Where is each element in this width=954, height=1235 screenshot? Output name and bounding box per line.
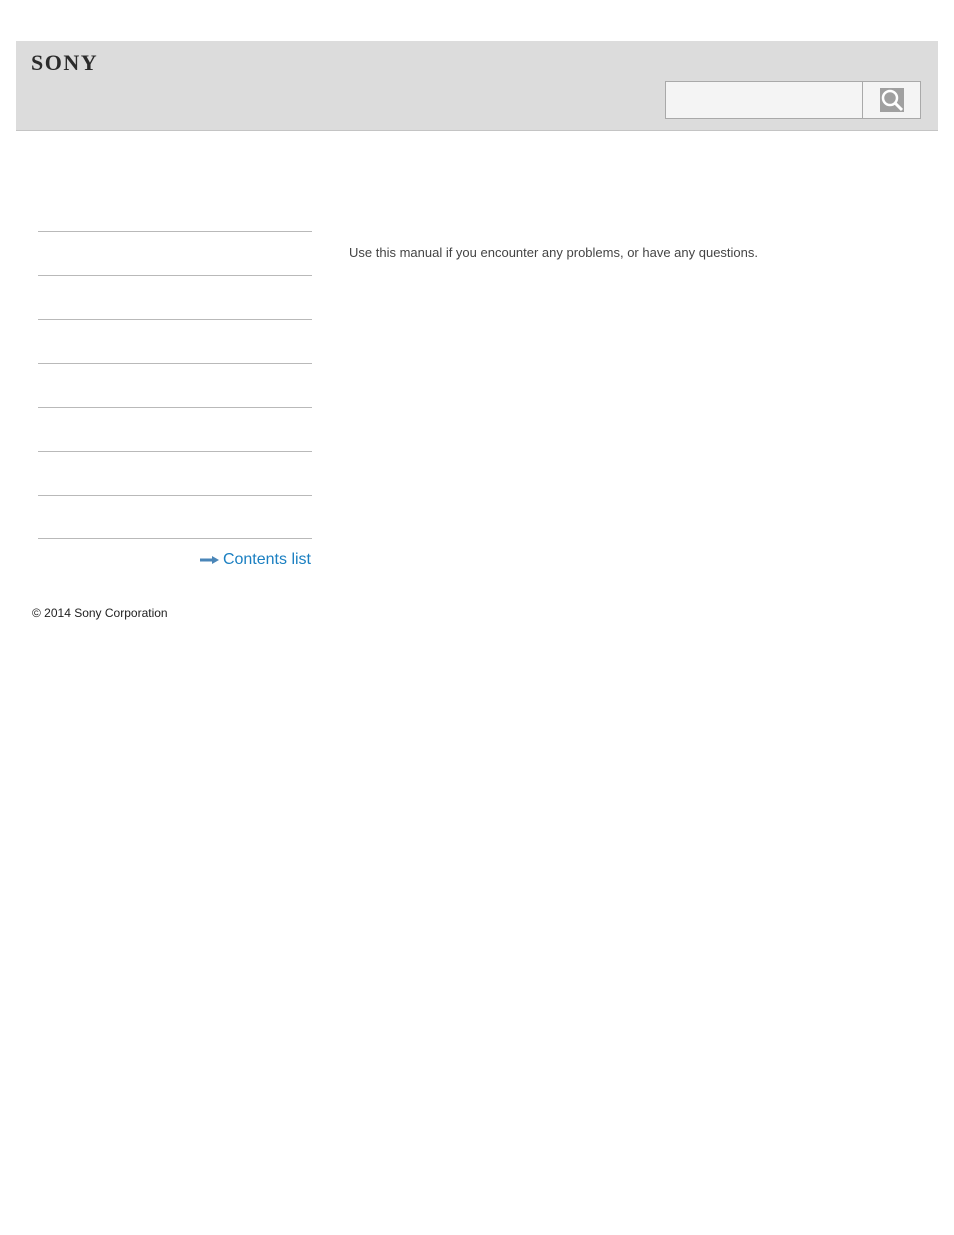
sidebar-nav <box>38 231 312 539</box>
sidebar-item-7[interactable] <box>38 495 312 539</box>
search-icon <box>879 88 904 112</box>
intro-text: Use this manual if you encounter any pro… <box>349 245 759 260</box>
sidebar-item-4[interactable] <box>38 363 312 407</box>
sidebar-item-5[interactable] <box>38 407 312 451</box>
search-button[interactable] <box>862 81 921 119</box>
sony-logo[interactable]: SONY <box>31 50 98 76</box>
copyright-text: © 2014 Sony Corporation <box>32 606 168 620</box>
contents-list-link[interactable]: Contents list <box>199 551 311 569</box>
sidebar-item-2[interactable] <box>38 275 312 319</box>
arrow-right-icon <box>199 556 219 564</box>
sidebar-item-3[interactable] <box>38 319 312 363</box>
site-header: SONY <box>16 41 938 131</box>
contents-list-label: Contents list <box>222 551 311 568</box>
search-input[interactable] <box>665 81 863 119</box>
sidebar-item-6[interactable] <box>38 451 312 495</box>
sidebar-item-1[interactable] <box>38 231 312 275</box>
